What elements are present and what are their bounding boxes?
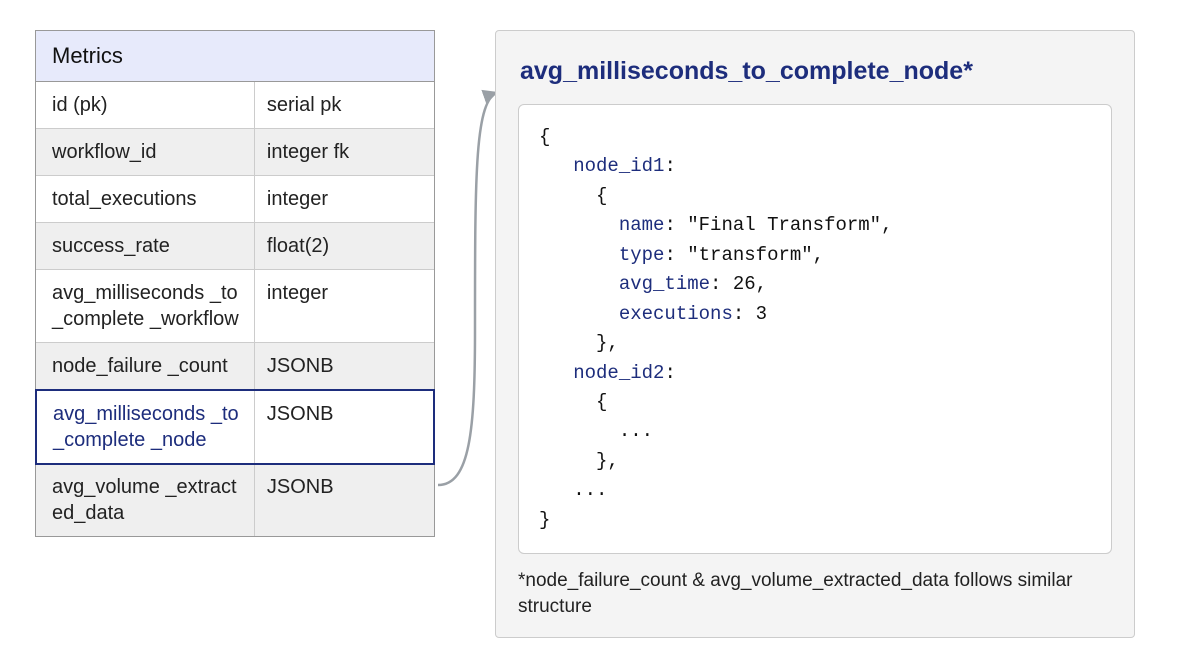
- column-name: total_executions: [36, 176, 255, 222]
- table-row: workflow_id integer fk: [36, 129, 434, 176]
- detail-title: avg_milliseconds_to_complete_node*: [520, 57, 1112, 86]
- table-row: node_failure _count JSONB: [36, 343, 434, 390]
- column-type: integer: [255, 176, 434, 222]
- column-type: float(2): [255, 223, 434, 269]
- column-type: serial pk: [255, 82, 434, 128]
- table-row: success_rate float(2): [36, 223, 434, 270]
- table-title: Metrics: [36, 31, 434, 82]
- column-type: integer fk: [255, 129, 434, 175]
- schema-table: Metrics id (pk) serial pk workflow_id in…: [35, 30, 435, 537]
- column-name: avg_volume _extracted_data: [36, 464, 255, 536]
- table-row-highlighted: avg_milliseconds _to_complete _node JSON…: [35, 389, 435, 465]
- table-row: total_executions integer: [36, 176, 434, 223]
- table-row: id (pk) serial pk: [36, 82, 434, 129]
- column-type: integer: [255, 270, 434, 342]
- column-name: id (pk): [36, 82, 255, 128]
- column-name: workflow_id: [36, 129, 255, 175]
- column-name: avg_milliseconds _to_complete _node: [37, 391, 255, 463]
- detail-panel: avg_milliseconds_to_complete_node* { nod…: [495, 30, 1135, 638]
- json-example: { node_id1: { name: "Final Transform", t…: [518, 104, 1112, 554]
- column-name: avg_milliseconds _to_complete _workflow: [36, 270, 255, 342]
- table-row: avg_volume _extracted_data JSONB: [36, 464, 434, 536]
- column-type: JSONB: [255, 391, 433, 463]
- column-type: JSONB: [255, 343, 434, 389]
- footnote: *node_failure_count & avg_volume_extract…: [518, 568, 1112, 619]
- table-row: avg_milliseconds _to_complete _workflow …: [36, 270, 434, 343]
- column-name: node_failure _count: [36, 343, 255, 389]
- table-body: id (pk) serial pk workflow_id integer fk…: [36, 82, 434, 536]
- column-type: JSONB: [255, 464, 434, 536]
- column-name: success_rate: [36, 223, 255, 269]
